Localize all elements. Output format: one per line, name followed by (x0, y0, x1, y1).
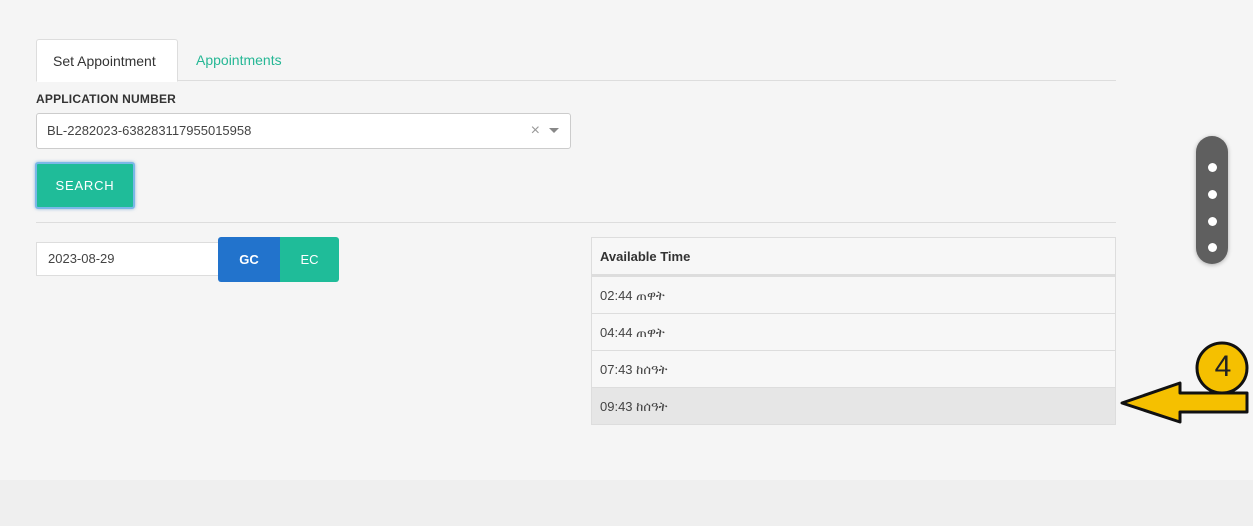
time-slot-row[interactable]: 04:44 ጠዋት (592, 313, 1115, 350)
clear-icon[interactable]: × (531, 114, 540, 148)
tab-set-appointment[interactable]: Set Appointment (36, 39, 178, 82)
application-number-value: BL-2282023-638283117955015958 (47, 123, 252, 138)
menu-dot (1208, 163, 1217, 172)
time-slot-row[interactable]: 02:44 ጠዋት (592, 276, 1115, 313)
gc-calendar-button[interactable]: GC (218, 237, 280, 282)
time-slot-row[interactable]: 09:43 ከሰዓት (592, 387, 1115, 424)
menu-dot (1208, 243, 1217, 252)
search-button[interactable]: SEARCH (35, 162, 135, 209)
ec-calendar-button[interactable]: EC (280, 237, 339, 282)
date-input[interactable]: 2023-08-29 (36, 242, 219, 276)
annotation-step-number: 4 (1214, 350, 1232, 383)
menu-dot (1208, 217, 1217, 226)
page-footer-band (0, 480, 1253, 526)
available-time-table: Available Time 02:44 ጠዋት 04:44 ጠዋት 07:43… (591, 237, 1116, 425)
more-vertical-icon[interactable] (1196, 136, 1228, 264)
tab-appointments[interactable]: Appointments (180, 39, 298, 81)
available-time-header: Available Time (592, 238, 1115, 276)
tab-bar: Set Appointment Appointments (36, 39, 1116, 82)
section-divider (36, 222, 1116, 223)
application-number-select[interactable]: BL-2282023-638283117955015958 × (36, 113, 571, 149)
application-number-label: APPLICATION NUMBER (36, 92, 177, 106)
menu-dot (1208, 190, 1217, 199)
time-slot-row[interactable]: 07:43 ከሰዓት (592, 350, 1115, 387)
chevron-down-icon[interactable] (549, 128, 559, 133)
